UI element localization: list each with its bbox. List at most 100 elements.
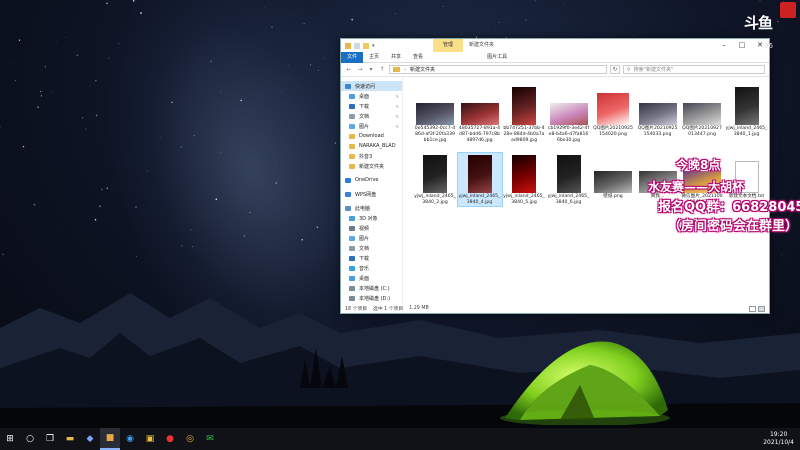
refresh-icon[interactable]: ↻ <box>610 65 620 74</box>
logo-mark: 斗鱼 <box>744 14 773 32</box>
nav-item[interactable]: 音乐 <box>341 263 402 273</box>
nav-item-icon <box>349 275 355 281</box>
nav-item[interactable]: 文档 <box>341 243 402 253</box>
file-name: cb1929f0-3e42-4fe8-b4a6-d7fa8166be30.jpg <box>547 126 590 143</box>
tab-manage[interactable]: 管理 <box>433 39 463 52</box>
star <box>22 145 25 148</box>
nav-item[interactable]: WPS网盘 <box>341 189 402 199</box>
nav-item-icon <box>349 235 355 241</box>
windows-icon[interactable]: ⊞ <box>0 428 20 450</box>
star <box>234 31 235 33</box>
new-folder-icon[interactable] <box>363 42 369 49</box>
nav-item[interactable]: 文档 ✎ <box>341 111 402 121</box>
large-icons-view-icon[interactable] <box>758 305 765 312</box>
file-item[interactable]: QQ图片20210925154033.png <box>636 85 680 138</box>
file-name: bb747251-37bb-428e-884d-4b0a7aad9809.jpg <box>503 126 545 143</box>
game-box-icon[interactable]: ▣ <box>140 428 160 450</box>
file-item[interactable]: QQ图片20210927013447.png <box>680 85 724 138</box>
image-thumbnail <box>638 103 677 125</box>
clock-date: 2021/10/4 <box>763 439 794 446</box>
nav-item-label: WPS网盘 <box>355 191 377 198</box>
nav-item-icon <box>349 123 355 129</box>
pin-icon: ✎ <box>395 123 399 129</box>
taskview-icon[interactable]: ❐ <box>40 428 60 450</box>
tab-picture-tools[interactable]: 图片工具 <box>481 52 513 63</box>
path-segment[interactable]: 新建文件夹 <box>410 66 435 73</box>
nav-item[interactable]: 图片 <box>341 233 402 243</box>
file-explorer-icon[interactable]: ▬ <box>60 428 80 450</box>
star <box>135 206 137 208</box>
nav-item[interactable]: Download <box>341 131 402 141</box>
back-arrow-icon[interactable]: ← <box>345 66 353 73</box>
properties-icon[interactable] <box>354 42 360 49</box>
cortana-icon[interactable]: ○ <box>20 428 40 450</box>
nav-item[interactable]: 本地磁盘 (D:) <box>341 293 402 303</box>
nav-item[interactable]: 视频 <box>341 223 402 233</box>
file-explorer-window[interactable]: ▾ 管理 新建文件夹 – □ ✕ 文件 主页 共享 查看 图片工具 ← → ▾ … <box>340 38 770 314</box>
wechat-icon[interactable]: ✉ <box>200 428 220 450</box>
file-item[interactable]: 48035727-891a-4d87-bdd6-797c8bd897d6.jpg <box>458 85 502 144</box>
file-item[interactable]: yjwj_inland_2465_3840_6.jpg <box>547 153 591 206</box>
address-path[interactable]: › 新建文件夹 <box>389 65 607 74</box>
star <box>108 57 110 59</box>
nav-item[interactable]: 桌面 ✎ <box>341 91 402 101</box>
file-item[interactable]: 壁纸.png <box>591 153 635 200</box>
edge-icon[interactable]: ◉ <box>120 428 140 450</box>
title-bar[interactable]: ▾ 管理 新建文件夹 – □ ✕ <box>341 39 769 52</box>
image-thumbnail <box>549 103 588 125</box>
nav-item[interactable]: NARAKA_BLAD <box>341 141 402 151</box>
folder-small-icon <box>345 42 351 49</box>
file-item[interactable]: yjwj_inland_2465_3840_2.jpg <box>413 153 457 206</box>
up-arrow-icon[interactable]: ↑ <box>378 66 386 73</box>
nav-item-label: 此电脑 <box>355 205 371 212</box>
image-thumbnail <box>683 103 721 125</box>
chevron-down-icon[interactable]: ▾ <box>372 43 376 49</box>
nav-item[interactable]: 本地磁盘 (C:) <box>341 283 402 293</box>
file-name: 48035727-891a-4d87-bdd6-797c8bd897d6.jpg <box>458 126 501 143</box>
star <box>220 151 222 153</box>
tab-file[interactable]: 文件 <box>341 51 364 63</box>
nav-item[interactable]: OneDrive <box>341 175 402 185</box>
file-item[interactable]: QQ图片20210925154020.png <box>591 85 635 138</box>
nav-item[interactable]: 快速访问 <box>341 81 402 91</box>
file-item[interactable]: bb747251-37bb-428e-884d-4b0a7aad9809.jpg <box>502 85 546 144</box>
file-item[interactable]: yjwj_inland_2465_3840_5.jpg <box>502 153 546 206</box>
star <box>146 170 148 172</box>
nav-item[interactable]: 桌面 <box>341 273 402 283</box>
naraka-icon[interactable]: ◆ <box>80 428 100 450</box>
nav-item[interactable]: 新建文件夹 <box>341 161 402 171</box>
tab-view[interactable]: 查看 <box>407 52 429 63</box>
netease-icon[interactable]: ● <box>160 428 180 450</box>
star <box>220 91 222 93</box>
minimize-button[interactable]: – <box>715 39 733 52</box>
star <box>271 26 273 28</box>
file-item[interactable]: cb1929f0-3e42-4fe8-b4a6-d7fa8166be30.jpg <box>547 85 591 144</box>
details-view-icon[interactable] <box>749 305 756 312</box>
nav-item-label: 图片 <box>359 235 370 242</box>
file-item[interactable]: yjwj_inland_2465_3840_4.jpg <box>456 152 503 207</box>
nav-item[interactable]: 抖音3 <box>341 151 402 161</box>
star <box>65 37 66 38</box>
system-clock[interactable]: 19:20 2021/10/4 <box>763 431 800 447</box>
search-input[interactable]: ⚲ 搜索"新建文件夹" <box>623 65 765 74</box>
star <box>351 18 354 21</box>
tab-share[interactable]: 共享 <box>385 52 407 63</box>
nav-item[interactable]: 下载 <box>341 253 402 263</box>
star <box>240 99 243 102</box>
file-item[interactable]: 0e545392-0cc7-486d-af3f-20fa339bb1ce.jpg <box>413 85 457 144</box>
star <box>134 9 136 10</box>
file-item[interactable]: yjwj_inland_2465_3840_1.jpg <box>725 85 769 138</box>
nav-item[interactable]: 此电脑 <box>341 203 402 213</box>
nav-item-label: 文档 <box>359 113 370 120</box>
nav-item[interactable]: 图片 ✎ <box>341 121 402 131</box>
star <box>85 128 87 130</box>
forward-arrow-icon[interactable]: → <box>356 66 364 73</box>
recent-dropdown-icon[interactable]: ▾ <box>367 66 375 73</box>
navigation-pane[interactable]: 快速访问 桌面 ✎ 下载 ✎ 文档 ✎ 图片 ✎ Download NARAKA_BLAD 抖音3 新建… <box>341 77 403 304</box>
nav-item[interactable]: 3D 对象 <box>341 213 402 223</box>
nav-item[interactable]: 下载 ✎ <box>341 101 402 111</box>
tab-home[interactable]: 主页 <box>363 52 385 63</box>
folder-app-icon[interactable]: ■ <box>100 428 120 450</box>
chrome-icon[interactable]: ◎ <box>180 428 200 450</box>
star <box>310 64 311 66</box>
